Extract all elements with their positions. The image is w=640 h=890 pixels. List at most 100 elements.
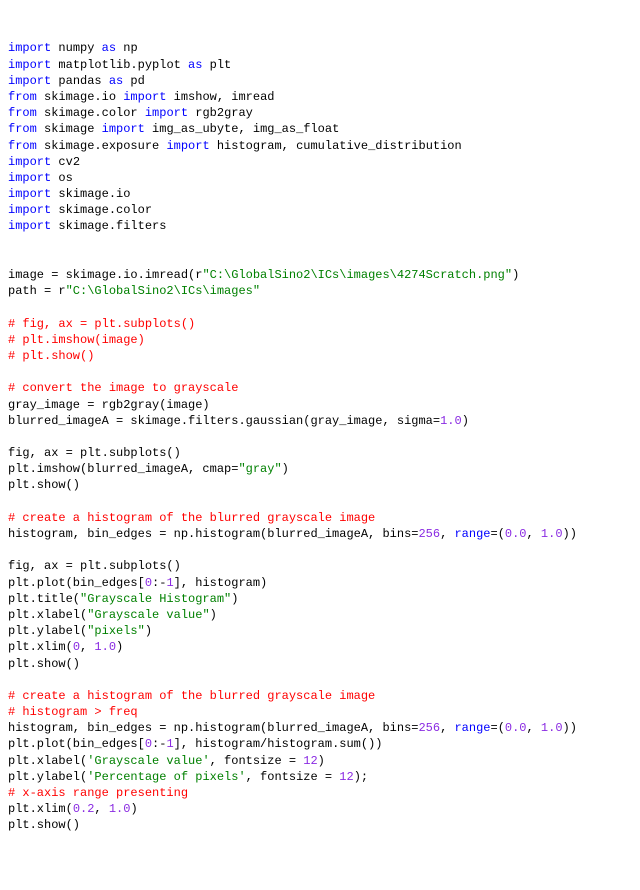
code-line: plt.xlabel("Grayscale value"): [8, 607, 632, 623]
token-num: 1.0: [541, 721, 563, 735]
code-line: import numpy as np: [8, 40, 632, 56]
token-num: 1: [166, 737, 173, 751]
code-line: gray_image = rgb2gray(image): [8, 397, 632, 413]
token-id: plt.xlim(: [8, 802, 73, 816]
token-id: ): [318, 754, 325, 768]
token-num: 12: [339, 770, 353, 784]
token-id: rgb2gray: [188, 106, 253, 120]
token-id: ): [130, 802, 137, 816]
code-line: # plt.show(): [8, 348, 632, 364]
token-id: ): [231, 592, 238, 606]
token-str: 'Percentage of pixels': [87, 770, 245, 784]
code-line: from skimage.io import imshow, imread: [8, 89, 632, 105]
token-com: # create a histogram of the blurred gray…: [8, 511, 375, 525]
code-line: [8, 494, 632, 510]
code-line: import skimage.io: [8, 186, 632, 202]
code-line: # convert the image to grayscale: [8, 380, 632, 396]
token-com: # plt.show(): [8, 349, 94, 363]
token-id: os: [51, 171, 73, 185]
token-kw: import: [8, 171, 51, 185]
token-id: numpy: [51, 41, 101, 55]
code-line: # plt.imshow(image): [8, 332, 632, 348]
token-id: fig, ax = plt.subplots(): [8, 446, 181, 460]
code-line: plt.ylabel("pixels"): [8, 623, 632, 639]
token-id: skimage.io: [37, 90, 123, 104]
token-id: blurred_imageA = skimage.filters.gaussia…: [8, 414, 440, 428]
code-line: import pandas as pd: [8, 73, 632, 89]
token-num: 12: [303, 754, 317, 768]
token-kw: import: [8, 155, 51, 169]
token-id: plt.title(: [8, 592, 80, 606]
token-id: ,: [527, 527, 541, 541]
token-com: # convert the image to grayscale: [8, 381, 238, 395]
token-kw: from: [8, 90, 37, 104]
code-line: plt.plot(bin_edges[0:-1], histogram): [8, 575, 632, 591]
token-kw: import: [8, 41, 51, 55]
token-kw: as: [102, 41, 116, 55]
token-kw: from: [8, 122, 37, 136]
code-line: [8, 542, 632, 558]
token-str: "C:\GlobalSino2\ICs\images": [66, 284, 260, 298]
token-kw: import: [102, 122, 145, 136]
token-id: plt.imshow(blurred_imageA, cmap=: [8, 462, 238, 476]
token-id: ], histogram/histogram.sum()): [174, 737, 383, 751]
code-line: plt.show(): [8, 656, 632, 672]
token-id: pandas: [51, 74, 109, 88]
token-id: skimage.filters: [51, 219, 166, 233]
token-id: path = r: [8, 284, 66, 298]
token-id: , fontsize =: [210, 754, 304, 768]
code-line: histogram, bin_edges = np.histogram(blur…: [8, 526, 632, 542]
token-num: 256: [418, 527, 440, 541]
token-id: ,: [440, 721, 454, 735]
token-id: skimage.color: [37, 106, 145, 120]
code-line: # histogram > freq: [8, 704, 632, 720]
code-line: plt.plot(bin_edges[0:-1], histogram/hist…: [8, 736, 632, 752]
token-id: imshow, imread: [166, 90, 274, 104]
token-kw: range: [454, 527, 490, 541]
code-line: fig, ax = plt.subplots(): [8, 445, 632, 461]
token-kw: from: [8, 106, 37, 120]
code-line: # fig, ax = plt.subplots(): [8, 316, 632, 332]
token-id: ,: [80, 640, 94, 654]
token-num: 1.0: [109, 802, 131, 816]
code-line: plt.xlim(0.2, 1.0): [8, 801, 632, 817]
token-id: histogram, cumulative_distribution: [210, 139, 462, 153]
token-id: );: [354, 770, 368, 784]
code-line: plt.ylabel('Percentage of pixels', fonts…: [8, 769, 632, 785]
token-id: pd: [123, 74, 145, 88]
token-kw: import: [8, 219, 51, 233]
code-line: from skimage import img_as_ubyte, img_as…: [8, 121, 632, 137]
token-com: # histogram > freq: [8, 705, 138, 719]
token-id: cv2: [51, 155, 80, 169]
token-id: plt.ylabel(: [8, 624, 87, 638]
code-line: plt.xlabel('Grayscale value', fontsize =…: [8, 753, 632, 769]
token-id: gray_image = rgb2gray(image): [8, 398, 210, 412]
token-com: # x-axis range presenting: [8, 786, 188, 800]
code-block: import numpy as npimport matplotlib.pypl…: [8, 40, 632, 833]
token-id: img_as_ubyte, img_as_float: [145, 122, 339, 136]
token-id: ,: [527, 721, 541, 735]
code-line: image = skimage.io.imread(r"C:\GlobalSin…: [8, 267, 632, 283]
token-str: "Grayscale value": [87, 608, 209, 622]
token-id: :-: [152, 576, 166, 590]
code-line: plt.title("Grayscale Histogram"): [8, 591, 632, 607]
token-kw: import: [145, 106, 188, 120]
code-line: [8, 364, 632, 380]
token-id: np: [116, 41, 138, 55]
token-id: plt.plot(bin_edges[: [8, 576, 145, 590]
token-num: 1.0: [94, 640, 116, 654]
token-str: "pixels": [87, 624, 145, 638]
token-num: 0: [145, 737, 152, 751]
token-id: plt.xlabel(: [8, 754, 87, 768]
token-kw: import: [8, 58, 51, 72]
token-id: :-: [152, 737, 166, 751]
code-line: import skimage.color: [8, 202, 632, 218]
code-line: from skimage.exposure import histogram, …: [8, 138, 632, 154]
code-line: blurred_imageA = skimage.filters.gaussia…: [8, 413, 632, 429]
token-id: ): [282, 462, 289, 476]
token-id: plt.xlim(: [8, 640, 73, 654]
code-line: [8, 429, 632, 445]
code-line: path = r"C:\GlobalSino2\ICs\images": [8, 283, 632, 299]
token-id: plt: [202, 58, 231, 72]
token-id: ): [462, 414, 469, 428]
